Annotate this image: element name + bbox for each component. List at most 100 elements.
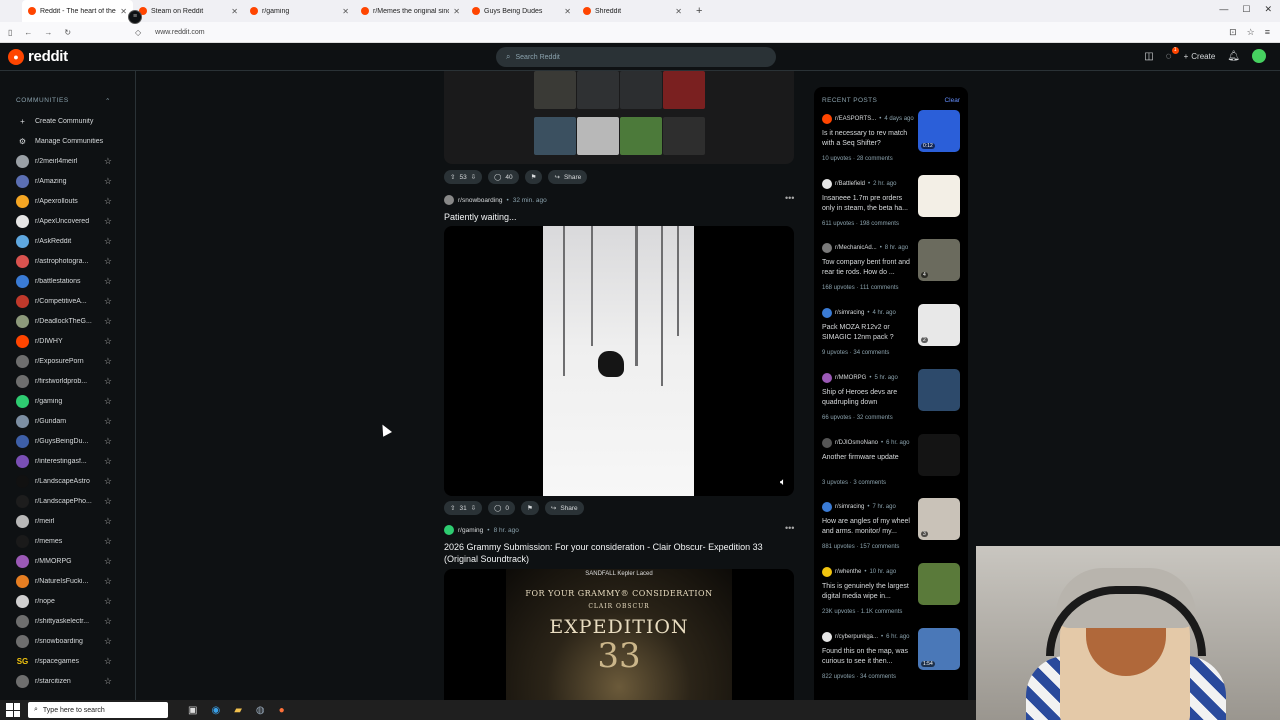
new-tab-button[interactable]: +	[696, 5, 702, 17]
more-options-icon[interactable]: •••	[785, 193, 794, 203]
recent-post-thumbnail[interactable]: 3	[918, 498, 960, 541]
favorite-star-icon[interactable]: ☆	[104, 516, 112, 527]
sidebar-community[interactable]: r/LandscapePho... ☆	[16, 491, 112, 511]
browser-tab[interactable]: r/gaming ✕	[244, 0, 355, 22]
share-button[interactable]: ↪ Share	[548, 170, 588, 184]
favorite-star-icon[interactable]: ☆	[104, 216, 112, 227]
avatar[interactable]	[1252, 49, 1266, 63]
recent-post[interactable]: r/simracing • 4 hr. ago Pack MOZA R12v2 or …	[822, 304, 962, 370]
sidebar-community[interactable]: r/GuysBeingDu... ☆	[16, 431, 112, 451]
sidebar-community[interactable]: r/NatureIsFucki... ☆	[16, 571, 112, 591]
reload-icon[interactable]: ↻	[64, 28, 71, 37]
favorite-star-icon[interactable]: ☆	[104, 316, 112, 327]
favorite-star-icon[interactable]: ☆	[104, 276, 112, 287]
subreddit-link[interactable]: r/simracing	[835, 504, 864, 510]
recent-post-thumbnail[interactable]: 2	[918, 304, 960, 347]
sidebar-community[interactable]: r/Amazing ☆	[16, 171, 112, 191]
browser-tab[interactable]: Guys Being Dudes ✕	[466, 0, 577, 22]
close-icon[interactable]: ✕	[1264, 4, 1272, 15]
sidebar-action[interactable]: + Create Community	[16, 111, 112, 131]
recent-post[interactable]: r/whenthe • 10 hr. ago This is genuinely th…	[822, 562, 962, 629]
recent-post-title[interactable]: Tow company bent front and rear tie rods…	[822, 258, 914, 278]
subreddit-link[interactable]: r/MMORPG	[835, 375, 866, 381]
recent-post-thumbnail[interactable]: 4	[918, 239, 960, 282]
sidebar-community[interactable]: r/DeadlockTheG... ☆	[16, 311, 112, 331]
recent-post-title[interactable]: Is it necessary to rev match with a Seq …	[822, 129, 914, 149]
sidebar-community[interactable]: r/ApexUncovered ☆	[16, 211, 112, 231]
sidebar-community[interactable]: SG r/spacegames ☆	[16, 651, 112, 671]
subreddit-link[interactable]: r/Battlefield	[835, 181, 865, 187]
subreddit-link[interactable]: r/snowboarding	[458, 197, 502, 204]
recent-post[interactable]: r/EASPORTS... • 4 days ago Is it necessary …	[822, 110, 962, 176]
sidebar-community[interactable]: r/2meirl4meirl ☆	[16, 151, 112, 171]
post-media-gallery[interactable]	[444, 71, 794, 164]
vote-control[interactable]: ⇧ 31 ⇩	[444, 501, 483, 515]
recent-post-title[interactable]: Pack MOZA R12v2 or SIMAGIC 12nm pack ?	[822, 323, 914, 343]
sidebar-community[interactable]: r/MMORPG ☆	[16, 551, 112, 571]
sidebar-community[interactable]: r/interestingasf... ☆	[16, 451, 112, 471]
subreddit-link[interactable]: r/EASPORTS...	[835, 116, 876, 122]
favorite-star-icon[interactable]: ☆	[104, 256, 112, 267]
recent-post[interactable]: r/Battlefield • 2 hr. ago Insaneee 1.7m pre…	[822, 174, 962, 241]
subreddit-avatar[interactable]	[444, 195, 454, 205]
advertise-icon[interactable]: ◫	[1144, 51, 1153, 62]
favorite-star-icon[interactable]: ☆	[104, 436, 112, 447]
back-icon[interactable]: ←	[24, 28, 32, 37]
reddit-logo[interactable]: ● reddit	[8, 48, 68, 65]
browser-tab[interactable]: Reddit - The heart of the internet ✕	[22, 0, 133, 22]
subreddit-link[interactable]: r/gaming	[458, 527, 483, 534]
favorite-star-icon[interactable]: ☆	[104, 556, 112, 567]
tab-close-icon[interactable]: ✕	[342, 7, 349, 16]
tab-close-icon[interactable]: ✕	[453, 7, 460, 16]
favorite-star-icon[interactable]: ☆	[104, 416, 112, 427]
recent-post-thumbnail[interactable]	[918, 174, 960, 217]
recent-post-thumbnail[interactable]: 0:12	[918, 110, 960, 152]
browser-tab[interactable]: Steam on Reddit ✕	[133, 0, 244, 22]
vote-control[interactable]: ⇧ 53 ⇩	[444, 170, 483, 184]
task-view-icon[interactable]: ▣	[188, 705, 197, 716]
subreddit-avatar[interactable]	[444, 525, 454, 535]
downvote-icon[interactable]: ⇩	[471, 504, 476, 512]
start-button[interactable]	[6, 703, 20, 717]
sidebar-community[interactable]: r/ExposurePorn ☆	[16, 351, 112, 371]
comments-button[interactable]: ◯ 0	[488, 501, 516, 515]
create-button[interactable]: + Create	[1184, 52, 1216, 61]
taskbar-search[interactable]: ⌕ Type here to search	[28, 702, 168, 718]
recent-post[interactable]: r/simracing • 7 hr. ago How are angles of m…	[822, 498, 962, 564]
url-field[interactable]: www.reddit.com	[155, 29, 204, 36]
tab-close-icon[interactable]: ✕	[120, 7, 127, 16]
favorite-star-icon[interactable]: ☆	[104, 576, 112, 587]
steam-icon[interactable]: ◍	[256, 705, 265, 716]
favorite-star-icon[interactable]: ☆	[104, 196, 112, 207]
favorite-star-icon[interactable]: ☆	[104, 396, 112, 407]
post-video[interactable]: 🔈︎	[444, 226, 794, 496]
sidebar-community[interactable]: r/nope ☆	[16, 591, 112, 611]
favorite-star-icon[interactable]: ☆	[104, 596, 112, 607]
forward-icon[interactable]: →	[44, 28, 52, 37]
sidebar-community[interactable]: r/Gundam ☆	[16, 411, 112, 431]
subreddit-link[interactable]: r/simracing	[835, 310, 864, 316]
recent-post[interactable]: r/MMORPG • 5 hr. ago Ship of Heroes devs ar…	[822, 368, 962, 435]
extension-icon[interactable]: ⊡	[1229, 27, 1237, 38]
menu-icon[interactable]: ≡	[1265, 27, 1270, 38]
favorite-star-icon[interactable]: ☆	[104, 236, 112, 247]
sidebar-community[interactable]: r/starcitizen ☆	[16, 671, 112, 691]
edge-icon[interactable]: ◉	[211, 705, 220, 716]
sidebar-community[interactable]: r/battlestations ☆	[16, 271, 112, 291]
favorite-star-icon[interactable]: ☆	[104, 156, 112, 167]
recent-post-title[interactable]: This is genuinely the largest digital me…	[822, 582, 914, 602]
communities-header[interactable]: COMMUNITIES ⌃	[16, 97, 111, 105]
tab-close-icon[interactable]: ✕	[564, 7, 571, 16]
post-title[interactable]: Patiently waiting...	[444, 211, 517, 223]
firefox-icon[interactable]: ●	[279, 705, 285, 716]
recent-post-thumbnail[interactable]	[918, 433, 960, 476]
favorite-star-icon[interactable]: ☆	[104, 616, 112, 627]
post-image[interactable]: SANDFALL Kepler Laced FOR YOUR GRAMMY® C…	[444, 569, 794, 700]
browser-tab[interactable]: r/Memes the original since 2008✕	[355, 0, 466, 22]
sidebar-toggle-icon[interactable]: ▯	[8, 28, 12, 37]
tab-close-icon[interactable]: ✕	[231, 7, 238, 16]
favorite-star-icon[interactable]: ☆	[104, 676, 112, 687]
favorite-star-icon[interactable]: ☆	[104, 336, 112, 347]
minimize-icon[interactable]: —	[1219, 4, 1228, 15]
sidebar-community[interactable]: r/DIWHY ☆	[16, 331, 112, 351]
